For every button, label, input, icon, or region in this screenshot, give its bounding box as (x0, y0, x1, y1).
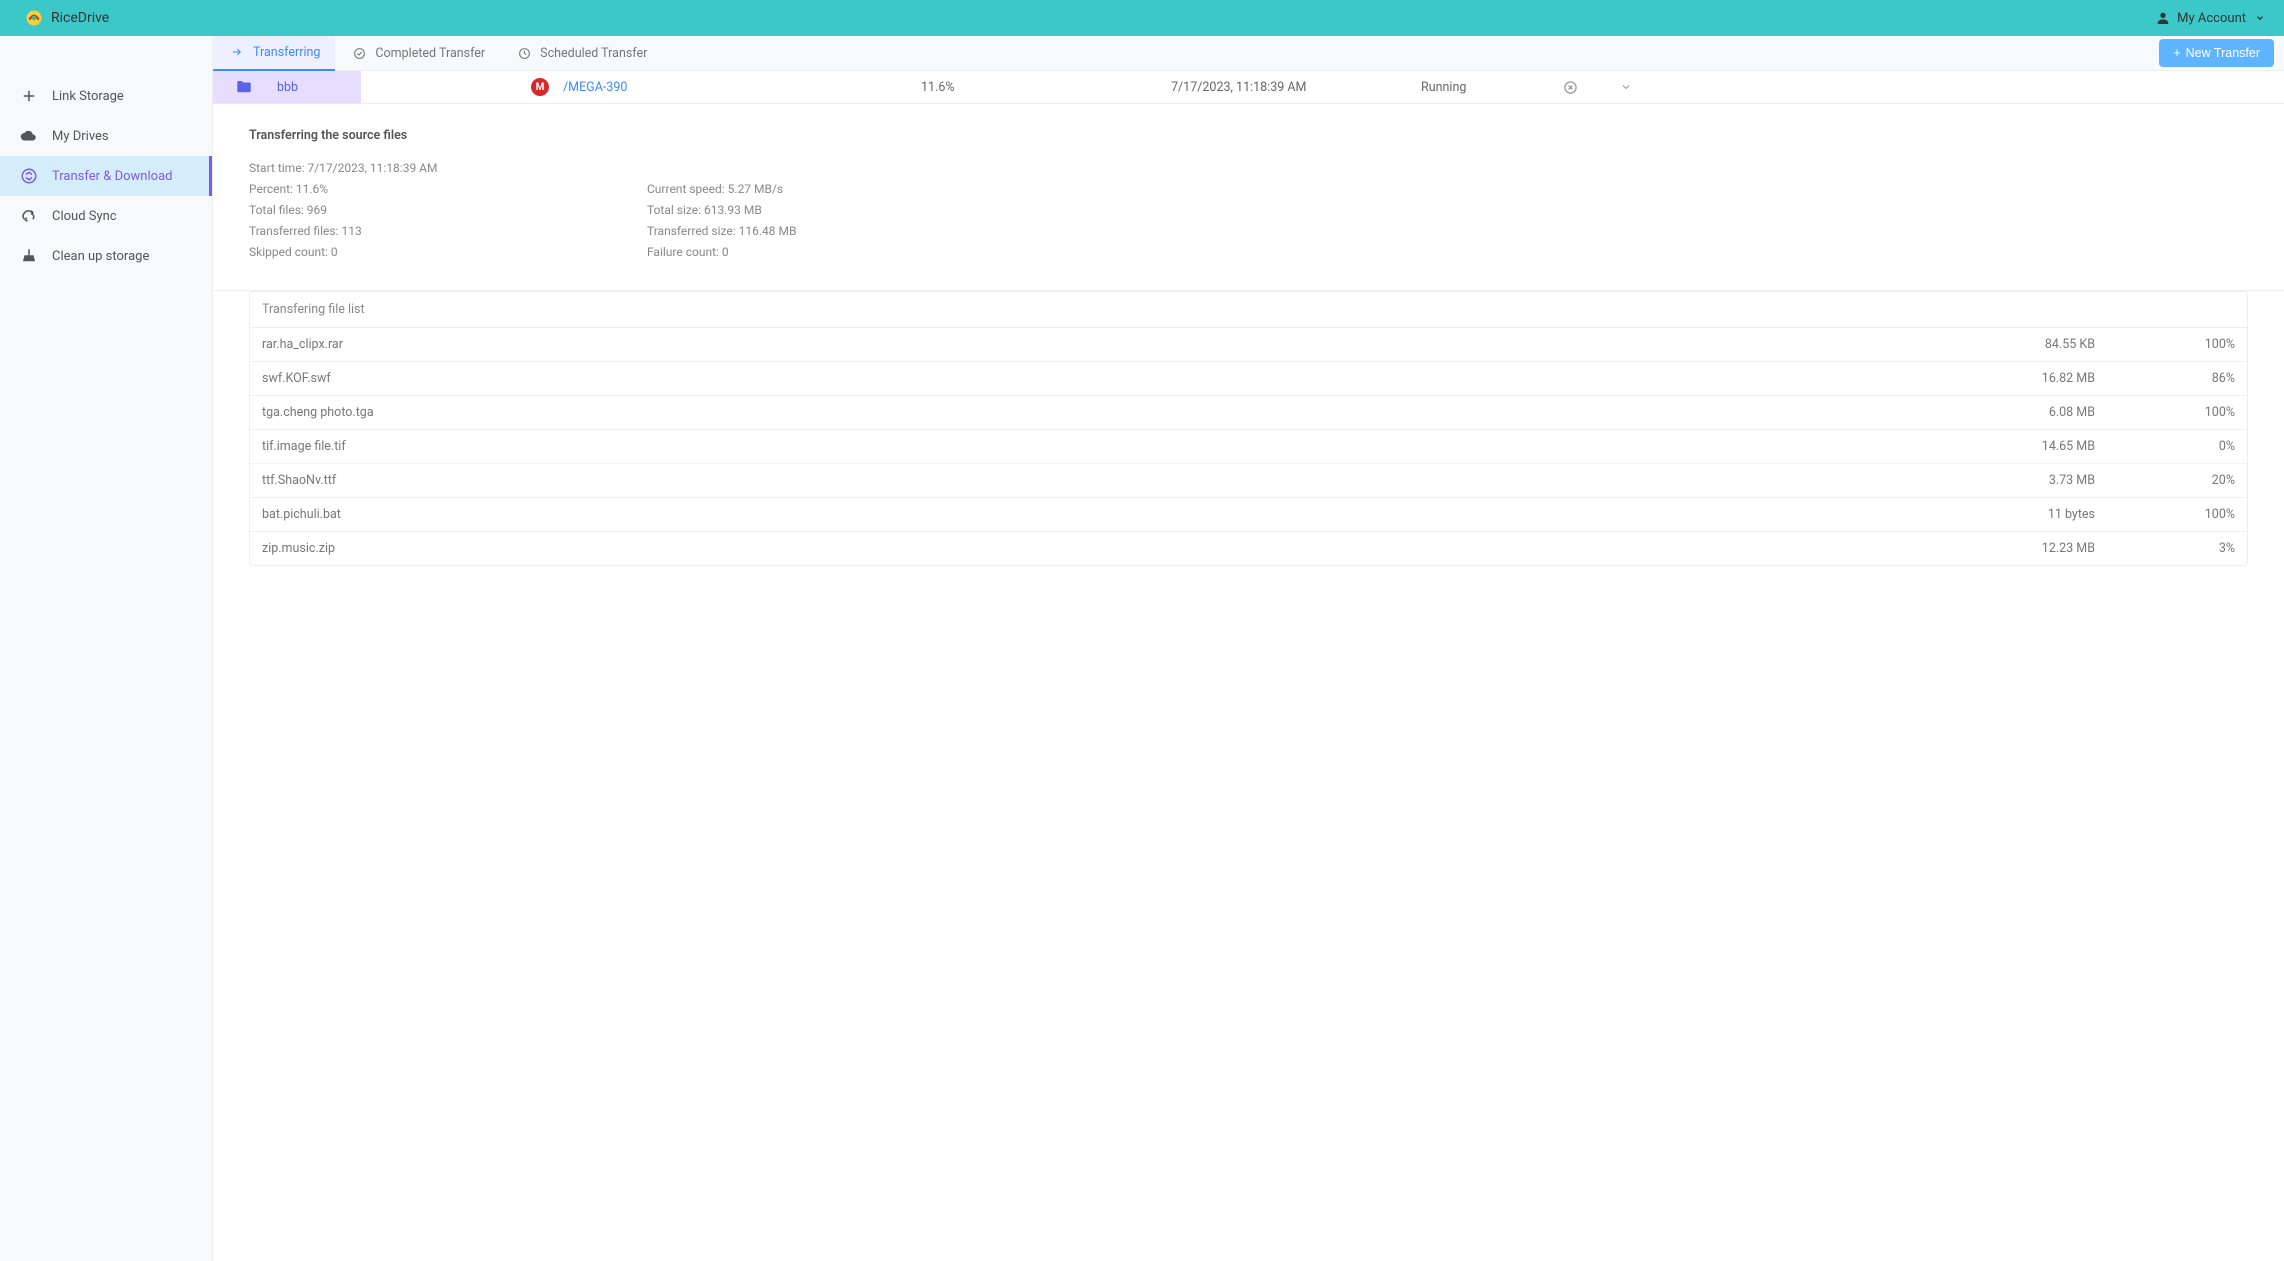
chevron-down-icon (2251, 9, 2269, 27)
tabbar: Transferring Completed Transfer Schedule… (213, 36, 2284, 71)
file-size: 84.55 KB (1915, 337, 2095, 352)
account-label: My Account (2177, 11, 2246, 26)
file-name: bat.pichuli.bat (262, 507, 1915, 522)
sidebar-item-label: Clean up storage (52, 249, 149, 264)
broom-icon (20, 247, 38, 265)
sidebar-item-link-storage[interactable]: Link Storage (0, 76, 212, 116)
file-size: 16.82 MB (1915, 371, 2095, 386)
file-size: 14.65 MB (1915, 439, 2095, 454)
job-dest: M /MEGA-390 (361, 78, 921, 96)
sidebar-item-my-drives[interactable]: My Drives (0, 116, 212, 156)
file-percent: 3% (2095, 541, 2235, 556)
detail-percent: Percent: 11.6% (249, 182, 647, 196)
detail-total-size: Total size: 613.93 MB (647, 203, 2248, 217)
job-status: Running (1421, 80, 1551, 95)
file-size: 6.08 MB (1915, 405, 2095, 420)
sidebar-item-transfer-download[interactable]: Transfer & Download (0, 156, 212, 196)
details-title: Transferring the source files (249, 128, 2248, 143)
chevron-down-icon[interactable] (1617, 78, 1635, 96)
file-size: 11 bytes (1915, 507, 2095, 522)
tab-scheduled[interactable]: Scheduled Transfer (500, 36, 662, 71)
dest-path[interactable]: /MEGA-390 (563, 80, 627, 95)
job-details: Transferring the source files Start time… (213, 104, 2284, 291)
file-name: swf.KOF.swf (262, 371, 1915, 386)
file-name: tga.cheng photo.tga (262, 405, 1915, 420)
app-header: RiceDrive My Account (0, 0, 2284, 36)
brand: RiceDrive (25, 9, 109, 27)
file-row: swf.KOF.swf16.82 MB86% (250, 362, 2247, 396)
detail-transferred-files: Transferred files: 113 (249, 224, 647, 238)
sidebar-item-label: Cloud Sync (52, 209, 117, 224)
job-actions (1551, 78, 2284, 96)
new-transfer-button[interactable]: + New Transfer (2159, 39, 2274, 67)
source-name: bbb (277, 80, 298, 95)
detail-transferred-size: Transferred size: 116.48 MB (647, 224, 2248, 238)
sidebar-item-label: Transfer & Download (52, 169, 172, 184)
file-size: 12.23 MB (1915, 541, 2095, 556)
transfer-icon (20, 167, 38, 185)
user-icon (2154, 9, 2172, 27)
job-percent: 11.6% (921, 80, 1171, 95)
sidebar-item-cloud-sync[interactable]: Cloud Sync (0, 196, 212, 236)
file-name: ttf.ShaoNv.ttf (262, 473, 1915, 488)
main-panel: Transferring Completed Transfer Schedule… (213, 36, 2284, 1261)
file-percent: 100% (2095, 405, 2235, 420)
check-circle-icon (350, 44, 368, 62)
file-percent: 86% (2095, 371, 2235, 386)
file-percent: 100% (2095, 337, 2235, 352)
file-row: tga.cheng photo.tga6.08 MB100% (250, 396, 2247, 430)
logo-icon (25, 9, 43, 27)
plus-icon: + (2173, 46, 2180, 60)
mega-icon: M (531, 78, 549, 96)
button-label: New Transfer (2186, 46, 2260, 60)
job-time: 7/17/2023, 11:18:39 AM (1171, 80, 1421, 95)
detail-start-time: Start time: 7/17/2023, 11:18:39 AM (249, 161, 2248, 175)
sidebar: Link Storage My Drives Transfer & Downlo… (0, 36, 213, 1261)
file-percent: 20% (2095, 473, 2235, 488)
file-percent: 0% (2095, 439, 2235, 454)
sidebar-item-label: My Drives (52, 129, 109, 144)
file-list-header: Transfering file list (250, 292, 2247, 328)
file-row: bat.pichuli.bat11 bytes100% (250, 498, 2247, 532)
tab-label: Transferring (253, 45, 320, 60)
file-name: zip.music.zip (262, 541, 1915, 556)
file-size: 3.73 MB (1915, 473, 2095, 488)
file-name: rar.ha_clipx.rar (262, 337, 1915, 352)
sidebar-item-cleanup[interactable]: Clean up storage (0, 236, 212, 276)
file-percent: 100% (2095, 507, 2235, 522)
tab-transferring[interactable]: Transferring (213, 36, 335, 71)
detail-speed: Current speed: 5.27 MB/s (647, 182, 2248, 196)
file-row: rar.ha_clipx.rar84.55 KB100% (250, 328, 2247, 362)
account-menu[interactable]: My Account (2154, 9, 2269, 27)
clock-icon (515, 44, 533, 62)
tab-completed[interactable]: Completed Transfer (335, 36, 500, 71)
detail-total-files: Total files: 969 (249, 203, 647, 217)
file-row: ttf.ShaoNv.ttf3.73 MB20% (250, 464, 2247, 498)
cancel-icon[interactable] (1561, 78, 1579, 96)
plus-icon (20, 87, 38, 105)
sync-icon (20, 207, 38, 225)
brand-label: RiceDrive (51, 10, 109, 26)
job-source: bbb (213, 71, 361, 103)
file-row: tif.image file.tif14.65 MB0% (250, 430, 2247, 464)
tab-label: Scheduled Transfer (540, 46, 647, 61)
cloud-icon (20, 127, 38, 145)
tab-label: Completed Transfer (375, 46, 485, 61)
file-name: tif.image file.tif (262, 439, 1915, 454)
file-list: Transfering file list rar.ha_clipx.rar84… (249, 291, 2248, 566)
sidebar-item-label: Link Storage (52, 89, 124, 104)
folder-icon (235, 78, 253, 96)
arrow-right-icon (228, 43, 246, 61)
transfer-job-row[interactable]: bbb M /MEGA-390 11.6% 7/17/2023, 11:18:3… (213, 71, 2284, 104)
file-row: zip.music.zip12.23 MB3% (250, 532, 2247, 565)
detail-skipped: Skipped count: 0 (249, 245, 647, 259)
detail-failure: Failure count: 0 (647, 245, 2248, 259)
